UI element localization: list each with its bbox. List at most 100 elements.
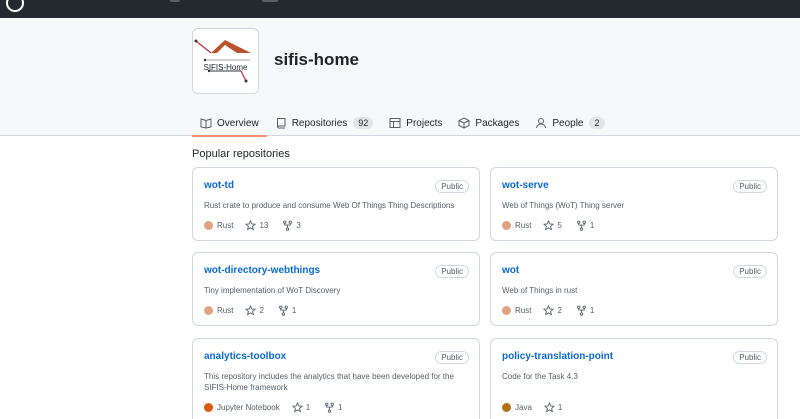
org-tabs: Overview Repositories 92 Projects Packag…: [192, 110, 613, 137]
repositories-counter: 92: [353, 117, 374, 129]
fork-icon: [577, 220, 586, 231]
org-name: sifis-home: [274, 50, 360, 69]
forks-link[interactable]: 3: [282, 220, 301, 231]
repo-language: Jupyter Notebook: [204, 403, 280, 412]
language-label: Rust: [515, 306, 532, 315]
language-color-dot: [204, 403, 213, 412]
stars-count: 1: [305, 403, 311, 412]
visibility-badge: Public: [733, 265, 767, 278]
repo-name-link[interactable]: analytics-toolbox: [204, 351, 286, 362]
top-navigation-bar: [0, 0, 800, 18]
repo-description: Web of Things (WoT) Thing server: [502, 201, 625, 210]
repo-meta: Rust 5 1: [502, 220, 608, 231]
repo-language: Rust: [204, 306, 233, 315]
forks-count: 3: [296, 221, 301, 230]
fork-icon: [577, 305, 586, 316]
fork-icon: [325, 402, 335, 413]
tab-packages[interactable]: Packages: [450, 110, 527, 136]
repo-name-link[interactable]: wot-directory-webthings: [204, 265, 320, 276]
org-header: SIFIS-Home sifis-home Overview Repositor…: [0, 18, 800, 137]
forks-link[interactable]: 1: [576, 305, 594, 316]
language-color-dot: [502, 403, 511, 412]
language-label: Java: [515, 403, 532, 412]
repo-meta: Java 1: [502, 402, 576, 413]
tab-overview[interactable]: Overview: [192, 110, 267, 137]
forks-link[interactable]: 1: [324, 402, 343, 413]
repo-name-link[interactable]: wot-serve: [502, 180, 549, 191]
org-avatar[interactable]: SIFIS-Home: [192, 28, 259, 94]
language-label: Rust: [515, 221, 532, 230]
stars-link[interactable]: 1: [543, 402, 563, 413]
star-icon: [543, 220, 555, 231]
stars-count: 1: [557, 403, 563, 412]
repo-name-link[interactable]: wot: [502, 265, 519, 276]
language-color-dot: [204, 221, 213, 230]
repo-card: wot-serve Public Web of Things (WoT) Thi…: [490, 167, 778, 241]
repo-name-link[interactable]: policy-translation-point: [502, 351, 613, 362]
forks-count: 1: [291, 306, 297, 315]
table-icon: [389, 117, 401, 129]
repo-meta: Rust 2 1: [502, 305, 608, 316]
repo-icon: [275, 117, 287, 129]
github-logo-icon[interactable]: [6, 0, 24, 12]
forks-link[interactable]: 1: [278, 305, 296, 316]
stars-link[interactable]: 2: [543, 305, 562, 316]
repo-card: wot-directory-webthings Public Tiny impl…: [192, 252, 480, 326]
repo-meta: Jupyter Notebook 1 1: [204, 402, 357, 413]
forks-count: 1: [338, 403, 343, 412]
repo-card: wot-td Public Rust crate to produce and …: [192, 167, 480, 241]
stars-link[interactable]: 2: [245, 305, 264, 316]
stars-count: 2: [259, 306, 264, 315]
sifis-home-logo-icon: [194, 39, 251, 83]
tab-projects[interactable]: Projects: [381, 110, 450, 136]
repo-card: policy-translation-point Public Code for…: [490, 338, 778, 419]
tab-repositories[interactable]: Repositories 92: [267, 110, 382, 136]
repo-description: Code for the Task 4.3: [502, 372, 578, 381]
star-icon: [245, 305, 257, 316]
repo-description: Rust crate to produce and consume Web Of…: [204, 201, 455, 210]
repo-language: Java: [502, 403, 532, 412]
stars-link[interactable]: 1: [291, 402, 311, 413]
star-icon: [291, 402, 303, 413]
forks-link[interactable]: 1: [576, 220, 594, 231]
repo-description: This repository includes the analytics t…: [204, 372, 454, 392]
language-label: Jupyter Notebook: [217, 403, 280, 412]
language-color-dot: [502, 306, 511, 315]
repo-meta: Rust 2 1: [204, 305, 310, 316]
tab-label: Overview: [217, 117, 259, 129]
stars-link[interactable]: 13: [245, 220, 268, 231]
stars-link[interactable]: 5: [543, 220, 562, 231]
forks-count: 1: [589, 221, 595, 230]
repo-language: Rust: [502, 221, 531, 230]
fork-icon: [283, 220, 293, 231]
repo-name-link[interactable]: wot-td: [204, 180, 234, 191]
visibility-badge: Public: [435, 180, 469, 193]
visibility-badge: Public: [435, 265, 469, 278]
star-icon: [543, 402, 555, 413]
nav-item-cropped[interactable]: [170, 0, 180, 2]
nav-item-cropped[interactable]: [262, 0, 278, 2]
visibility-badge: Public: [733, 180, 767, 193]
fork-icon: [279, 305, 288, 316]
repo-meta: Rust 13 3: [204, 220, 315, 231]
stars-count: 2: [557, 306, 562, 315]
language-label: Rust: [217, 306, 234, 315]
repo-language: Rust: [502, 306, 531, 315]
popular-repositories-title: Popular repositories: [192, 148, 290, 160]
star-icon: [543, 305, 555, 316]
stars-count: 5: [557, 221, 562, 230]
logo-text: SIFIS-Home: [203, 63, 248, 72]
repo-language: Rust: [204, 221, 233, 230]
language-label: Rust: [217, 221, 234, 230]
tab-label: People: [552, 117, 584, 129]
tab-people[interactable]: People 2: [527, 110, 612, 136]
tab-label: Repositories: [291, 117, 348, 129]
visibility-badge: Public: [435, 351, 469, 364]
tab-label: Projects: [406, 117, 443, 129]
repo-card: wot Public Web of Things in rust Rust 2 …: [490, 252, 778, 326]
repo-card: analytics-toolbox Public This repository…: [192, 338, 480, 419]
forks-count: 1: [589, 306, 595, 315]
people-counter: 2: [589, 117, 605, 129]
tab-label: Packages: [475, 117, 520, 129]
repo-description: Web of Things in rust: [502, 286, 578, 295]
